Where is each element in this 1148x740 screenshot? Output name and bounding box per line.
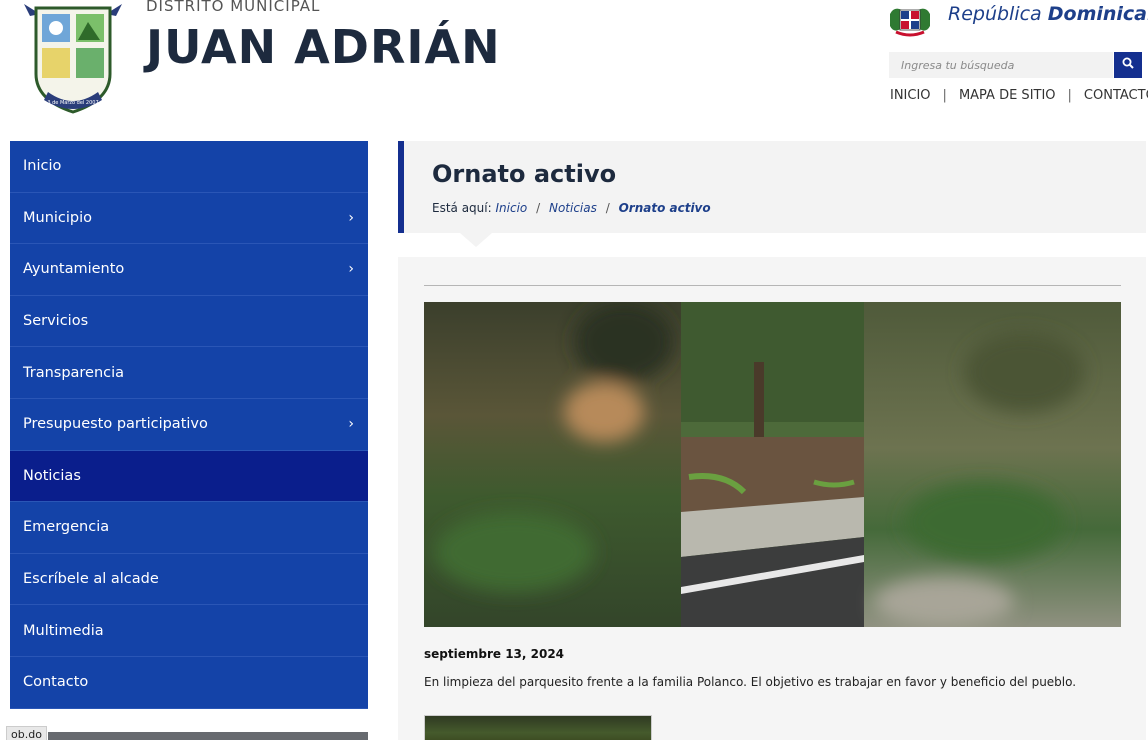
sidebar-item-label: Noticias bbox=[23, 467, 81, 484]
gallery-thumbnail[interactable] bbox=[424, 715, 652, 740]
sidebar-menu: Inicio Municipio › Ayuntamiento › Servicio… bbox=[10, 141, 368, 709]
sidebar-item-label: Transparencia bbox=[23, 364, 125, 381]
sidebar-item-emergencia[interactable]: Emergencia bbox=[10, 502, 368, 554]
sidebar-item-label: Municipio bbox=[23, 209, 93, 226]
post-content-panel: septiembre 13, 2024 En limpieza del parq… bbox=[398, 257, 1146, 740]
breadcrumb: Está aquí: Inicio / Noticias / Ornato ac… bbox=[432, 201, 711, 215]
sidebar-item-ayuntamiento[interactable]: Ayuntamiento › bbox=[10, 244, 368, 296]
top-link-mapa-de-sitio[interactable]: MAPA DE SITIO bbox=[959, 88, 1056, 103]
top-links-nav: INICIO | MAPA DE SITIO | CONTACTO bbox=[890, 88, 1148, 103]
municipality-name[interactable]: JUAN ADRIÁN bbox=[146, 20, 501, 74]
post-image[interactable] bbox=[424, 302, 1121, 627]
breadcrumb-current: Ornato activo bbox=[618, 201, 711, 215]
sidebar-item-multimedia[interactable]: Multimedia bbox=[10, 605, 368, 657]
search-icon bbox=[1122, 56, 1134, 74]
republic-title[interactable]: República Dominicana bbox=[948, 3, 1148, 25]
sidebar-item-label: Inicio bbox=[23, 158, 62, 175]
breadcrumb-separator: / bbox=[605, 201, 610, 215]
municipal-crest-logo[interactable]: 3 de Marzo del 2007 bbox=[22, 0, 124, 118]
sidebar-item-label: Ayuntamiento bbox=[23, 261, 125, 278]
sidebar-item-municipio[interactable]: Municipio › bbox=[10, 193, 368, 245]
post-photo bbox=[424, 302, 1121, 627]
breadcrumb-link-noticias[interactable]: Noticias bbox=[549, 201, 597, 215]
post-body-text: En limpieza del parquesito frente a la f… bbox=[424, 675, 1077, 689]
district-label: DISTRITO MUNICIPAL bbox=[146, 0, 321, 15]
top-link-inicio[interactable]: INICIO bbox=[890, 88, 931, 103]
nav-separator: | bbox=[942, 88, 947, 103]
status-bar-url: ob.do bbox=[6, 726, 47, 740]
chevron-right-icon[interactable]: › bbox=[348, 416, 354, 432]
dominican-republic-shield-icon bbox=[888, 4, 932, 38]
sidebar-item-label: Emergencia bbox=[23, 519, 110, 536]
svg-text:3 de Marzo del 2007: 3 de Marzo del 2007 bbox=[47, 100, 98, 106]
sidebar-item-noticias[interactable]: Noticias bbox=[10, 450, 368, 503]
sidebar-item-inicio[interactable]: Inicio bbox=[10, 141, 368, 193]
republic-prefix: República bbox=[948, 3, 1042, 25]
sidebar-item-label: Presupuesto participativo bbox=[23, 416, 208, 433]
post-date: septiembre 13, 2024 bbox=[424, 647, 565, 661]
title-band-notch bbox=[460, 233, 492, 247]
top-link-contacto[interactable]: CONTACTO bbox=[1084, 88, 1148, 103]
republic-name: Dominicana bbox=[1047, 3, 1148, 25]
breadcrumb-separator: / bbox=[536, 201, 541, 215]
sidebar-item-transparencia[interactable]: Transparencia bbox=[10, 347, 368, 399]
chevron-right-icon[interactable]: › bbox=[348, 261, 354, 277]
breadcrumb-link-inicio[interactable]: Inicio bbox=[496, 201, 528, 215]
page-title: Ornato activo bbox=[432, 160, 617, 188]
sidebar-item-contacto[interactable]: Contacto bbox=[10, 657, 368, 709]
chevron-right-icon[interactable]: › bbox=[348, 210, 354, 226]
sidebar-item-label: Multimedia bbox=[23, 622, 104, 639]
sidebar-item-escribele-al-alcade[interactable]: Escríbele al alcade bbox=[10, 554, 368, 606]
sidebar-item-presupuesto-participativo[interactable]: Presupuesto participativo › bbox=[10, 399, 368, 451]
sidebar-item-servicios[interactable]: Servicios bbox=[10, 296, 368, 348]
search-input[interactable] bbox=[889, 52, 1113, 78]
page-title-band: Ornato activo Está aquí: Inicio / Notici… bbox=[398, 141, 1146, 233]
breadcrumb-prefix: Está aquí: bbox=[432, 201, 492, 215]
nav-separator: | bbox=[1067, 88, 1072, 103]
sidebar-item-label: Contacto bbox=[23, 674, 89, 691]
search-button[interactable] bbox=[1114, 52, 1142, 78]
sidebar-bottom-bar bbox=[48, 732, 368, 740]
sidebar-item-label: Servicios bbox=[23, 313, 89, 330]
content-divider bbox=[424, 285, 1121, 286]
sidebar-item-label: Escríbele al alcade bbox=[23, 571, 159, 588]
